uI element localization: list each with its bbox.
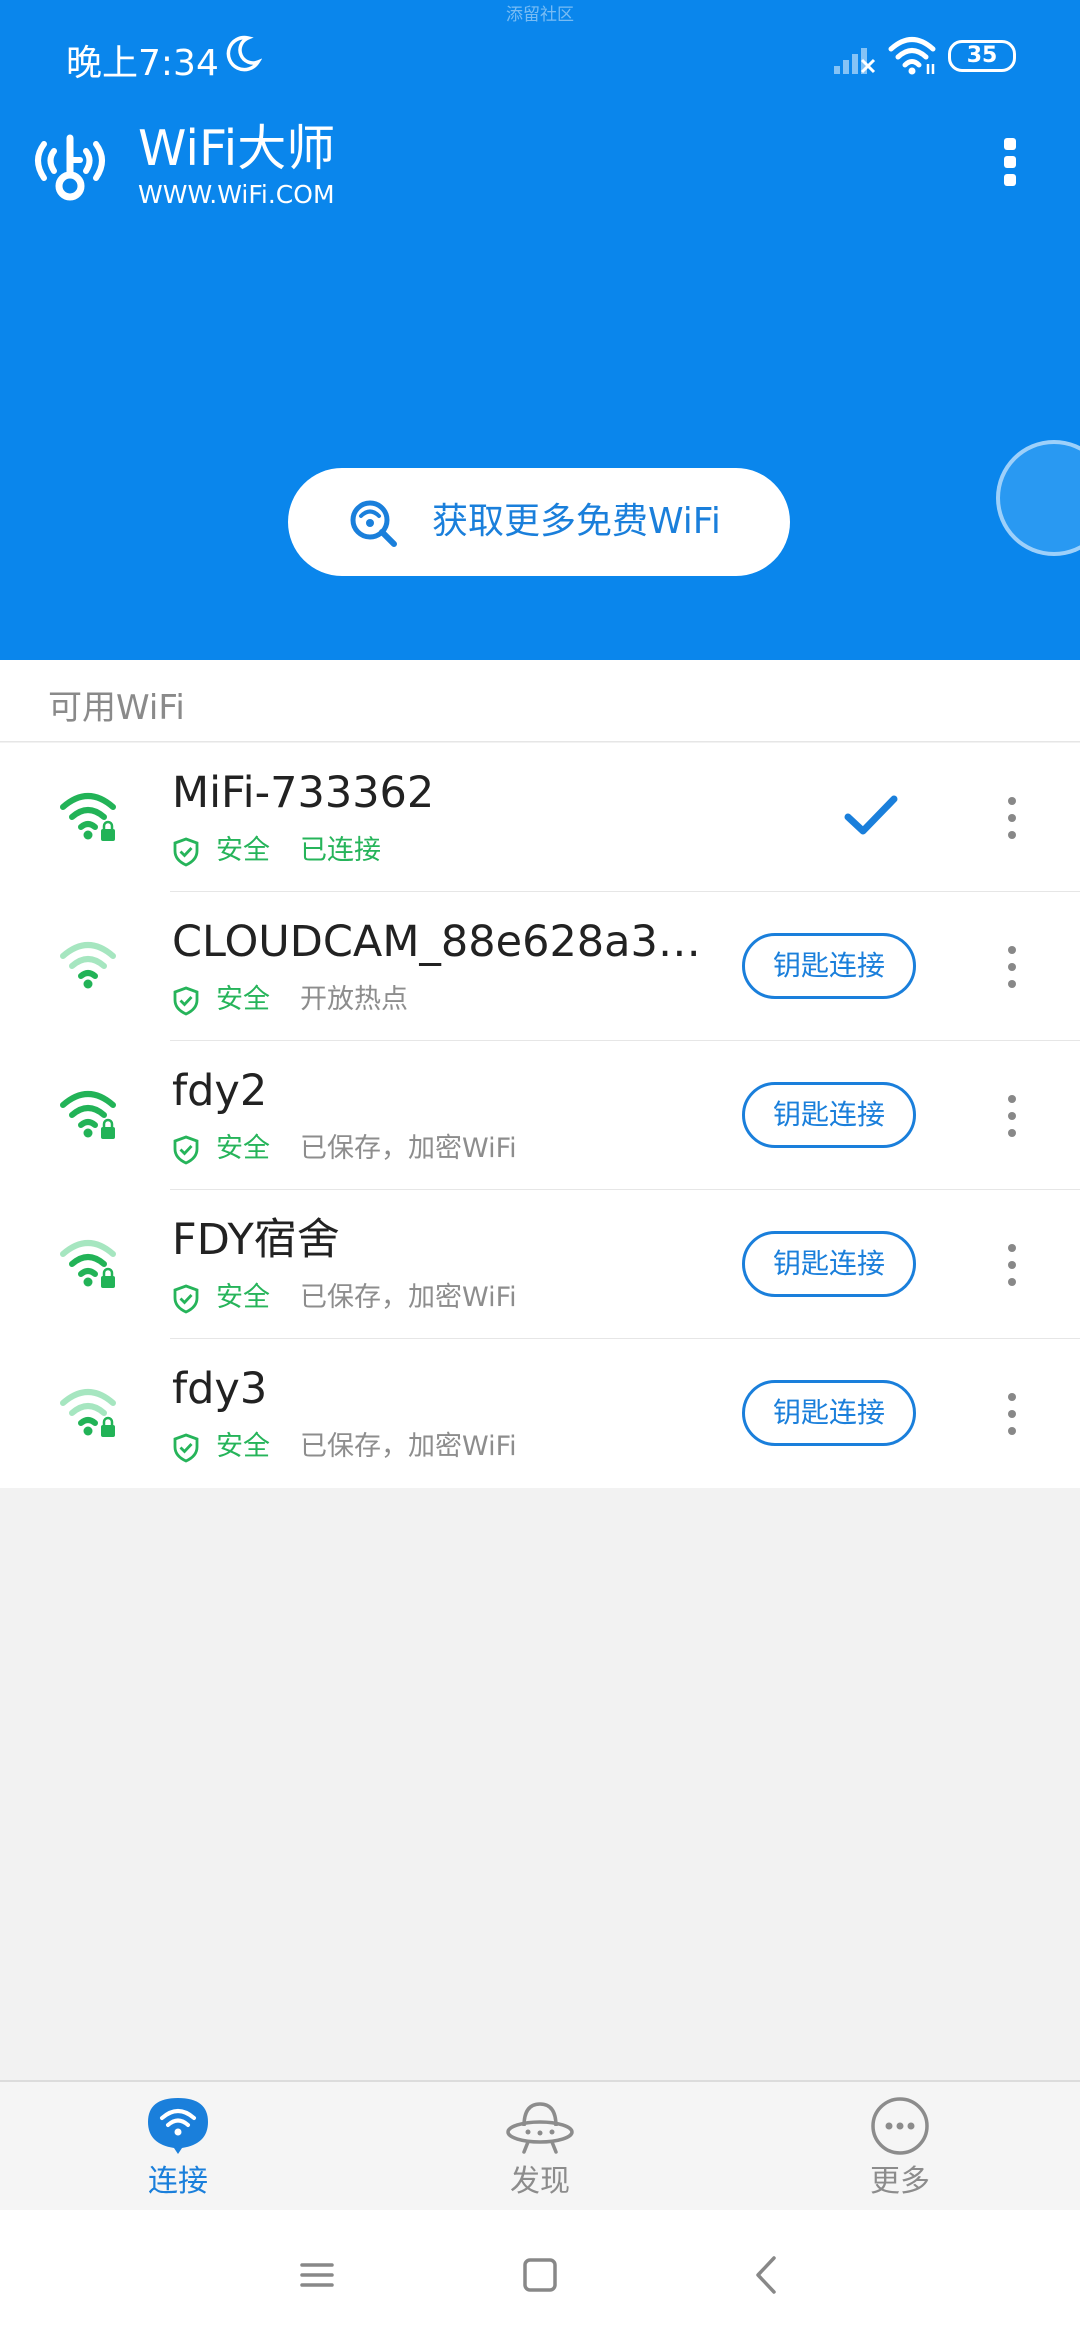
shield-check-icon xyxy=(172,1284,200,1321)
more-circle-icon xyxy=(864,2094,936,2162)
system-navigation-bar xyxy=(0,2210,1080,2340)
wifi-signal-lock-icon xyxy=(60,1387,120,1443)
tab-label: 发现 xyxy=(510,2164,570,2199)
safety-label: 安全 xyxy=(216,1282,270,1313)
wifi-list: MiFi-733362 安全 已连接 CLOUDCAM_88e628a368..… xyxy=(0,743,1080,1488)
wifi-signal-lock-icon xyxy=(60,1238,120,1294)
tab-discover[interactable]: 发现 xyxy=(440,2082,640,2212)
shield-check-icon xyxy=(172,1135,200,1172)
moon-icon xyxy=(222,34,263,78)
key-connect-button[interactable]: 钥匙连接 xyxy=(742,933,916,999)
key-connect-button[interactable]: 钥匙连接 xyxy=(742,1082,916,1148)
shield-check-icon xyxy=(172,1433,200,1470)
safety-label: 安全 xyxy=(216,1133,270,1164)
get-more-free-wifi-label: 获取更多免费WiFi xyxy=(432,501,721,542)
overflow-menu-icon[interactable] xyxy=(996,130,1026,194)
get-more-free-wifi-button[interactable]: 获取更多免费WiFi xyxy=(288,468,790,576)
wifi-master-logo-icon xyxy=(28,126,112,214)
section-title: 可用WiFi xyxy=(48,688,185,728)
shield-check-icon xyxy=(172,986,200,1023)
wifi-status: 已保存，加密WiFi xyxy=(300,1431,517,1462)
ufo-icon xyxy=(504,2094,576,2162)
tab-label: 更多 xyxy=(870,2164,930,2199)
back-icon[interactable] xyxy=(742,2250,792,2300)
key-connect-button[interactable]: 钥匙连接 xyxy=(742,1380,916,1446)
wifi-name: fdy2 xyxy=(172,1066,268,1116)
connected-check-icon xyxy=(844,793,898,843)
wifi-name: CLOUDCAM_88e628a368... xyxy=(172,917,712,967)
wifi-name: MiFi-733362 xyxy=(172,768,435,818)
app-title: WiFi大师 xyxy=(138,120,336,177)
bottom-tab-bar: 连接 发现 更多 xyxy=(0,2080,1080,2210)
search-wifi-icon xyxy=(346,494,402,559)
tab-connect[interactable]: 连接 xyxy=(78,2082,278,2212)
shield-check-icon xyxy=(172,837,200,874)
wifi-bubble-icon xyxy=(142,2094,214,2160)
status-time: 晚上7:34 xyxy=(66,43,219,84)
home-icon[interactable] xyxy=(515,2250,565,2300)
wifi-signal-icon xyxy=(60,940,120,996)
wifi-list-item[interactable]: MiFi-733362 安全 已连接 xyxy=(0,743,1080,892)
wifi-signal-lock-icon xyxy=(60,791,120,847)
wifi-options-icon[interactable] xyxy=(1000,1240,1024,1290)
recent-apps-icon[interactable] xyxy=(292,2250,342,2300)
wifi-name: fdy3 xyxy=(172,1364,268,1414)
status-bar: 晚上7:34 35 xyxy=(0,30,1080,86)
app-bar: WiFi大师 WWW.WiFi.COM xyxy=(0,118,1080,218)
safety-label: 安全 xyxy=(216,835,270,866)
tab-label: 连接 xyxy=(148,2164,208,2199)
watermark: 添留社区 xyxy=(506,5,574,25)
wifi-name: FDY宿舍 xyxy=(172,1215,340,1265)
app-subtitle: WWW.WiFi.COM xyxy=(138,180,335,209)
wifi-list-item[interactable]: fdy2 安全 已保存，加密WiFi 钥匙连接 xyxy=(0,1041,1080,1190)
safety-label: 安全 xyxy=(216,1431,270,1462)
cellular-signal-icon xyxy=(832,36,876,80)
wifi-list-item[interactable]: fdy3 安全 已保存，加密WiFi 钥匙连接 xyxy=(0,1339,1080,1488)
wifi-signal-lock-icon xyxy=(60,1089,120,1145)
wifi-list-item[interactable]: CLOUDCAM_88e628a368... 安全 开放热点 钥匙连接 xyxy=(0,892,1080,1041)
wifi-list-item[interactable]: FDY宿舍 安全 已保存，加密WiFi 钥匙连接 xyxy=(0,1190,1080,1339)
wifi-options-icon[interactable] xyxy=(1000,942,1024,992)
wifi-status: 已连接 xyxy=(300,835,381,866)
tab-more[interactable]: 更多 xyxy=(800,2082,1000,2212)
wifi-options-icon[interactable] xyxy=(1000,793,1024,843)
battery-indicator: 35 xyxy=(948,40,1016,72)
wifi-status: 已保存，加密WiFi xyxy=(300,1282,517,1313)
wifi-status: 开放热点 xyxy=(300,984,408,1015)
wifi-options-icon[interactable] xyxy=(1000,1091,1024,1141)
wifi-options-icon[interactable] xyxy=(1000,1389,1024,1439)
safety-label: 安全 xyxy=(216,984,270,1015)
available-wifi-header: 可用WiFi xyxy=(0,660,1080,742)
header-banner: 添留社区 晚上7:34 35 WiFi大师 WWW.WiFi.COM 获取更多免… xyxy=(0,0,1080,660)
key-connect-button[interactable]: 钥匙连接 xyxy=(742,1231,916,1297)
floating-assistant-icon[interactable] xyxy=(996,440,1080,556)
wifi-status-icon xyxy=(888,36,938,80)
wifi-status: 已保存，加密WiFi xyxy=(300,1133,517,1164)
